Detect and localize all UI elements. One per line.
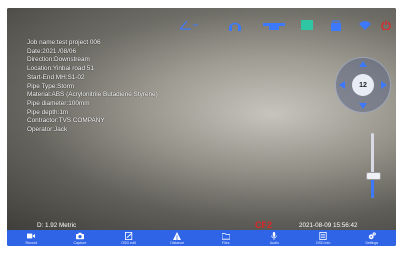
joystick-center-value[interactable]: 12 bbox=[352, 74, 374, 96]
osd-pipe-type: Pipe Type:Storm bbox=[27, 82, 75, 90]
microphone-icon bbox=[271, 231, 278, 240]
record-button[interactable]: Record bbox=[7, 230, 56, 246]
edit-icon bbox=[124, 231, 132, 240]
distance-button[interactable]: Distance bbox=[153, 230, 202, 246]
joystick-left-arrow bbox=[339, 81, 345, 89]
power-icon[interactable] bbox=[381, 18, 391, 32]
light-slider[interactable] bbox=[366, 133, 381, 198]
osd-info-button[interactable]: OSD info bbox=[299, 230, 348, 246]
camera-icon bbox=[75, 232, 84, 239]
joystick-right-arrow bbox=[381, 81, 387, 89]
direction-joystick[interactable]: 12 bbox=[335, 57, 391, 113]
capture-button[interactable]: Capture bbox=[56, 230, 105, 246]
headset-icon[interactable] bbox=[228, 18, 242, 32]
document-icon bbox=[319, 231, 327, 240]
distance-readout: D: 1.92 Metric bbox=[37, 222, 77, 229]
top-status-bar bbox=[173, 18, 393, 32]
counter-readout: CF2 bbox=[255, 220, 273, 230]
datetime-readout: 2021-08-09 15:56:42 bbox=[299, 222, 358, 229]
osd-start-end: Start-End MH:S1-02 bbox=[27, 73, 85, 81]
osd-edit-button[interactable]: OSD edit bbox=[104, 230, 153, 246]
osd-contractor: Contractor:TVS COMPANY bbox=[27, 117, 105, 125]
osd-info-overlay: Job name:test project 006 Date:2021 /08/… bbox=[27, 39, 158, 135]
audio-button[interactable]: Audio bbox=[250, 230, 299, 246]
record-label: Record bbox=[25, 240, 38, 245]
osd-job-name: Job name:test project 006 bbox=[27, 39, 101, 46]
capture-label: Capture bbox=[73, 240, 87, 245]
gears-icon bbox=[368, 231, 376, 239]
osd-material: Material:ABS (Acrylonitrile Butadiene St… bbox=[27, 91, 158, 99]
crawler-icon[interactable] bbox=[263, 18, 285, 32]
joystick-down-arrow bbox=[359, 103, 367, 109]
distance-icon bbox=[173, 231, 182, 240]
slider-handle[interactable] bbox=[366, 172, 381, 181]
audio-label: Audio bbox=[269, 240, 280, 245]
app-frame: Job name:test project 006 Date:2021 /08/… bbox=[7, 8, 396, 246]
osd-pipe-diameter: Pipe diameter:100mm bbox=[27, 99, 90, 107]
osd-operator: Operator:Jack bbox=[27, 126, 68, 134]
angle-icon[interactable] bbox=[179, 18, 199, 32]
distance-label: Distance bbox=[170, 240, 185, 245]
osd-direction: Direction:Downstream bbox=[27, 56, 90, 64]
files-button[interactable]: Files bbox=[202, 230, 251, 246]
osd-info-label: OSD info bbox=[315, 240, 331, 245]
joystick-up-arrow bbox=[359, 61, 367, 67]
files-label: Files bbox=[222, 240, 230, 245]
settings-button[interactable]: Settings bbox=[347, 230, 396, 246]
bottom-toolbar: Record Capture OSD edit Distance Files A… bbox=[7, 230, 396, 246]
video-camera-icon bbox=[27, 233, 36, 238]
camera-head-icon[interactable] bbox=[301, 18, 313, 32]
settings-label: Settings bbox=[365, 240, 379, 245]
osd-edit-label: OSD edit bbox=[121, 240, 136, 245]
folder-icon bbox=[221, 232, 230, 240]
osd-location: Location:Yinbai road 51 bbox=[27, 65, 94, 73]
lock-icon[interactable] bbox=[331, 18, 341, 32]
wifi-icon[interactable] bbox=[359, 18, 371, 32]
